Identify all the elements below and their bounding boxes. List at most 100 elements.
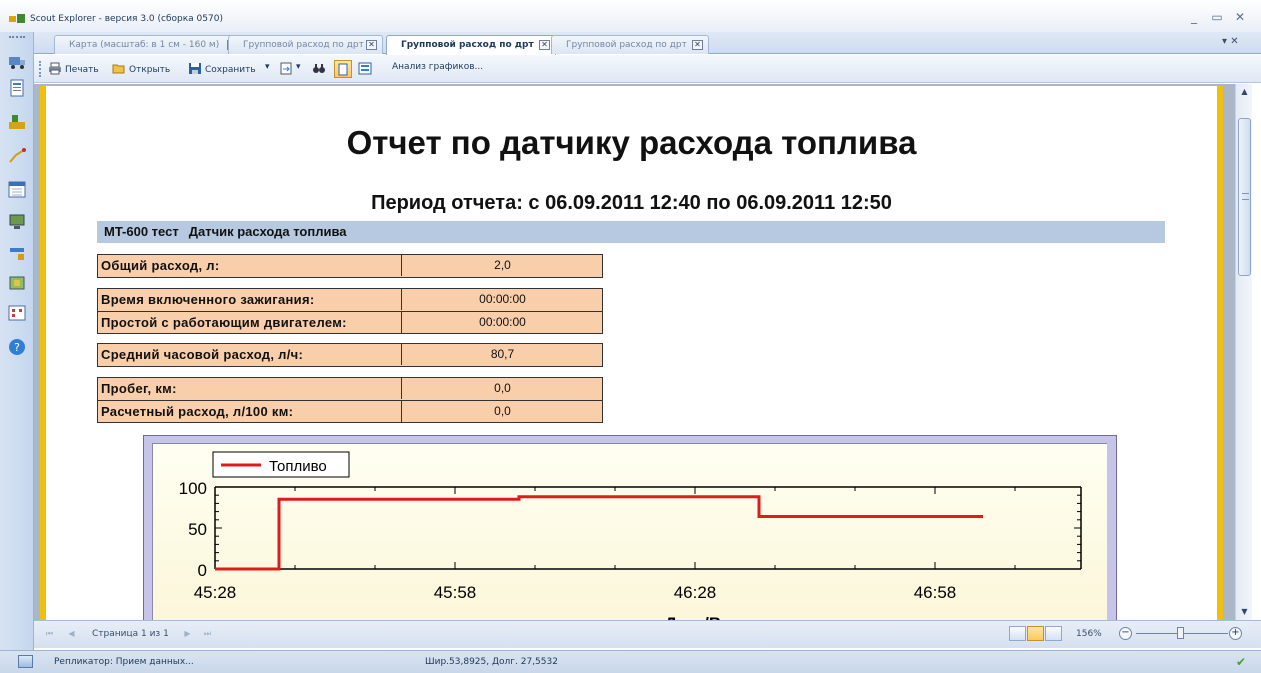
row-value: 0,0 <box>401 401 603 422</box>
table-row: Пробег, км: 0,0 <box>98 378 602 400</box>
row-label: Расчетный расход, л/100 км: <box>101 404 294 419</box>
x-tick-label: 45:58 <box>434 583 477 602</box>
save-dropdown-icon[interactable]: ▾ <box>265 62 270 78</box>
series-line-fuel <box>215 495 983 571</box>
sensor-name: Датчик расхода топлива <box>188 224 347 239</box>
close-button[interactable]: ✕ <box>1232 10 1248 24</box>
tab-label: Групповой расход по дрт <box>243 40 364 50</box>
table-row: Средний часовой расход, л/ч: 80,7 <box>98 344 602 366</box>
coordinates-readout: Шир.53,8925, Долг. 27,5532 <box>425 657 558 667</box>
last-page-icon[interactable]: ⏭ <box>200 627 215 641</box>
first-page-icon[interactable]: ⏮ <box>42 627 57 641</box>
prev-page-icon[interactable]: ◀ <box>64 627 79 641</box>
calendar-icon[interactable] <box>8 180 26 198</box>
print-button[interactable]: Печать <box>48 62 99 78</box>
tab-label: Карта (масштаб: в 1 см - 160 м) <box>69 40 220 50</box>
fuel-chart-svg: 05010045:2845:5846:2846:58Дата/ВремяТопл… <box>179 451 1082 620</box>
export-dropdown-icon[interactable]: ▾ <box>296 62 301 78</box>
x-tick-label: 46:28 <box>674 583 717 602</box>
row-value: 00:00:00 <box>401 312 603 333</box>
scroll-up-arrow-icon[interactable]: ▲ <box>1236 84 1253 100</box>
summary-table-average: Средний часовой расход, л/ч: 80,7 <box>97 343 603 367</box>
zoom-in-button[interactable]: + <box>1229 627 1242 640</box>
restore-button[interactable]: ▭ <box>1209 10 1225 24</box>
window-titlebar: Scout Explorer - версия 3.0 (сборка 0570… <box>0 0 1261 32</box>
summary-table-time: Время включенного зажигания: 00:00:00 Пр… <box>97 288 603 334</box>
tab-map[interactable]: Карта (масштаб: в 1 см - 160 м) ✕ <box>54 35 244 54</box>
map-layers-icon[interactable] <box>8 274 26 292</box>
window-title: Scout Explorer - версия 3.0 (сборка 0570… <box>30 14 223 24</box>
replicator-icon[interactable] <box>18 655 33 668</box>
zoom-slider-thumb[interactable] <box>1177 627 1184 639</box>
export-button[interactable] <box>279 62 296 78</box>
tab-label: Групповой расход по дрт <box>401 40 534 50</box>
zoom-level: 156% <box>1076 629 1102 639</box>
y-tick-label: 0 <box>198 561 207 580</box>
row-label: Средний часовой расход, л/ч: <box>101 347 304 362</box>
tab-list-close-buttons[interactable]: ▾ ✕ <box>1222 36 1239 47</box>
report-period: Период отчета: с 06.09.2011 12:40 по 06.… <box>371 192 892 214</box>
chart-analysis-button[interactable]: Анализ графиков... <box>392 62 483 78</box>
table-row: Простой с работающим двигателем: 00:00:0… <box>98 311 602 333</box>
export-icon <box>280 62 292 75</box>
report-toolbar: Печать Открыть Сохранить ▾ ▾ Анализ граф… <box>34 55 1261 83</box>
save-button[interactable]: Сохранить <box>188 62 256 78</box>
map-objects-icon[interactable] <box>8 112 26 130</box>
help-icon[interactable]: ? <box>8 338 26 356</box>
zoom-out-button[interactable]: − <box>1119 627 1132 640</box>
open-label: Открыть <box>129 65 171 75</box>
multi-page-view-button[interactable] <box>358 62 375 78</box>
report-page: Отчет по датчику расхода топлива Период … <box>40 86 1223 620</box>
open-button[interactable]: Открыть <box>112 62 170 78</box>
y-tick-label: 100 <box>179 479 207 498</box>
table-row: Время включенного зажигания: 00:00:00 <box>98 289 602 311</box>
multi-page-mode-button[interactable] <box>1045 626 1062 641</box>
save-label: Сохранить <box>205 65 256 75</box>
row-value: 80,7 <box>401 344 603 365</box>
summary-table-total: Общий расход, л: 2,0 <box>97 254 603 278</box>
track-icon[interactable] <box>8 147 26 165</box>
report-viewport[interactable]: Отчет по датчику расхода топлива Период … <box>34 84 1235 620</box>
object-header-band: MT-600 тест Датчик расхода топлива <box>97 221 1165 243</box>
tab-group-consumption-2[interactable]: Групповой расход по дрт ✕ <box>386 35 556 55</box>
row-label: Простой с работающим двигателем: <box>101 315 347 330</box>
legend-label: Топливо <box>269 458 327 475</box>
next-page-icon[interactable]: ▶ <box>180 627 195 641</box>
tab-close-icon[interactable]: ✕ <box>692 40 703 50</box>
grid-icon[interactable] <box>8 304 26 322</box>
multi-page-icon <box>358 62 372 75</box>
folder-open-icon <box>112 64 125 74</box>
report-icon[interactable] <box>8 79 26 97</box>
table-row: Расчетный расход, л/100 км: 0,0 <box>98 400 602 422</box>
print-label: Печать <box>65 65 99 75</box>
find-button[interactable] <box>312 62 329 78</box>
toolbar-grip[interactable] <box>9 36 25 40</box>
two-page-mode-button[interactable] <box>1027 626 1044 641</box>
tab-group-consumption-3[interactable]: Групповой расход по дрт ✕ <box>551 35 709 54</box>
replicator-status: Репликатор: Прием данных... <box>54 657 194 667</box>
printer-icon <box>49 62 61 75</box>
single-page-mode-button[interactable] <box>1009 626 1026 641</box>
monitor-icon[interactable] <box>8 213 26 231</box>
y-tick-label: 50 <box>188 520 207 539</box>
vertical-scrollbar[interactable]: ▲ ▼ <box>1235 84 1252 620</box>
x-tick-label: 46:58 <box>914 583 957 602</box>
document-tabs: Карта (масштаб: в 1 см - 160 м) ✕ Группо… <box>34 32 1261 55</box>
scroll-thumb[interactable] <box>1238 118 1251 276</box>
app-logo-icon <box>9 14 25 23</box>
tab-close-icon[interactable]: ✕ <box>539 40 550 50</box>
row-label: Пробег, км: <box>101 381 177 396</box>
tab-group-consumption-1[interactable]: Групповой расход по дрт ✕ <box>228 35 383 54</box>
scroll-down-arrow-icon[interactable]: ▼ <box>1236 604 1253 620</box>
row-value: 00:00:00 <box>401 289 603 310</box>
minimize-button[interactable]: _ <box>1186 10 1202 24</box>
truck-icon[interactable] <box>8 52 26 70</box>
row-label: Время включенного зажигания: <box>101 292 315 307</box>
row-value: 2,0 <box>401 255 603 276</box>
sensor-icon[interactable] <box>8 244 26 262</box>
report-title: Отчет по датчику расхода топлива <box>346 124 917 161</box>
row-value: 0,0 <box>401 378 603 399</box>
page-navigation-bar: ⏮ ◀ Страница 1 из 1 ▶ ⏭ 156% − + <box>34 620 1261 648</box>
tab-close-icon[interactable]: ✕ <box>366 40 377 50</box>
single-page-view-button[interactable] <box>334 60 352 78</box>
